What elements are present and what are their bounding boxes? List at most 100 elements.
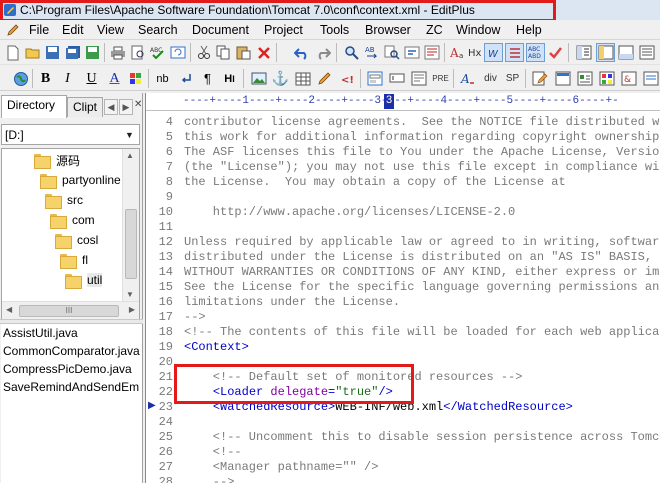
- code-area[interactable]: 4 contributor license agreements. See the…: [146, 111, 660, 483]
- word-wrap-icon[interactable]: W: [484, 43, 503, 62]
- code-line[interactable]: 19 <Context>: [146, 340, 660, 355]
- underline-button[interactable]: U: [82, 69, 101, 88]
- menu-help[interactable]: Help: [516, 23, 542, 37]
- tree-item-src[interactable]: src: [45, 190, 83, 210]
- code-line[interactable]: 4 contributor license agreements. See the…: [146, 115, 660, 130]
- save-all-icon[interactable]: [63, 43, 82, 62]
- spell-check-icon[interactable]: ABC: [148, 43, 167, 62]
- undo-icon[interactable]: [292, 43, 311, 62]
- bold-button[interactable]: B: [36, 69, 55, 88]
- cut-icon[interactable]: [194, 43, 213, 62]
- textbox-icon[interactable]: [387, 69, 406, 88]
- tab-directory[interactable]: Directory: [1, 95, 67, 118]
- paragraph-button[interactable]: ¶: [198, 69, 217, 88]
- code-line[interactable]: 16 limitations under the License.: [146, 295, 660, 310]
- menu-window[interactable]: Window: [456, 23, 500, 37]
- color-picker-icon[interactable]: [597, 69, 616, 88]
- span-button[interactable]: SP: [503, 69, 522, 88]
- tree-horizontal-scrollbar[interactable]: ◀ III ▶: [2, 301, 139, 319]
- tab-scroll-left-icon[interactable]: ◀: [104, 99, 118, 115]
- tree-item-util[interactable]: util: [65, 270, 103, 290]
- code-line[interactable]: 11: [146, 220, 660, 235]
- italic-wrap-icon[interactable]: A: [458, 69, 477, 88]
- pre-button[interactable]: PRE: [431, 69, 450, 88]
- code-line[interactable]: 25 <!-- Uncomment this to disable sessio…: [146, 430, 660, 445]
- tree-item-yuanma[interactable]: 源码: [34, 150, 80, 170]
- special-chars-icon[interactable]: &: [619, 69, 638, 88]
- find-in-files-icon[interactable]: [382, 43, 401, 62]
- redo-icon[interactable]: [314, 43, 333, 62]
- scroll-up-icon[interactable]: ▲: [126, 151, 134, 160]
- code-line[interactable]: 6 The ASF licenses this file to You under…: [146, 145, 660, 160]
- file-item[interactable]: AssistUtil.java: [3, 326, 78, 344]
- menu-browser[interactable]: Browser: [365, 23, 411, 37]
- italic-button[interactable]: I: [58, 69, 77, 88]
- paste-icon[interactable]: [234, 43, 253, 62]
- color-palette-icon[interactable]: [126, 69, 145, 88]
- style-edit-icon[interactable]: [530, 69, 549, 88]
- font-icon[interactable]: Aa: [448, 43, 467, 62]
- code-line[interactable]: 5 this work for additional information re…: [146, 130, 660, 145]
- open-folder-icon[interactable]: [23, 43, 42, 62]
- file-item[interactable]: SaveRemindAndSendEm: [3, 380, 139, 398]
- textarea-icon[interactable]: [409, 69, 428, 88]
- heading-icon[interactable]: Hx: [466, 43, 485, 62]
- nbsp-button[interactable]: nb: [153, 69, 172, 88]
- tree-vertical-scrollbar[interactable]: ▲ ▼: [122, 149, 139, 301]
- save-green-icon[interactable]: [83, 43, 102, 62]
- scroll-right-icon[interactable]: ▶: [129, 305, 135, 314]
- form-icon[interactable]: [365, 69, 384, 88]
- tree-item-partyonline[interactable]: partyonline: [40, 170, 121, 190]
- horizontal-rule-button[interactable]: HI: [220, 69, 239, 88]
- code-line[interactable]: 12 Unless required by applicable law or a…: [146, 235, 660, 250]
- table-icon[interactable]: [293, 69, 312, 88]
- menu-edit[interactable]: Edit: [62, 23, 84, 37]
- tree-item-com[interactable]: com: [50, 210, 95, 230]
- scrollbar-thumb[interactable]: [125, 209, 137, 279]
- menu-document[interactable]: Document: [192, 23, 249, 37]
- spell-check-toggle-icon[interactable]: ABC ABD: [526, 43, 545, 62]
- code-line[interactable]: 9: [146, 190, 660, 205]
- new-file-icon[interactable]: [3, 43, 22, 62]
- web-refresh-icon[interactable]: [168, 43, 187, 62]
- code-line[interactable]: 28 -->: [146, 475, 660, 483]
- hex-view-icon[interactable]: [422, 43, 441, 62]
- goto-line-icon[interactable]: [402, 43, 421, 62]
- delete-icon[interactable]: [254, 43, 273, 62]
- checkmark-icon[interactable]: [546, 43, 565, 62]
- file-item[interactable]: CompressPicDemo.java: [3, 362, 132, 380]
- replace-icon[interactable]: AB: [362, 43, 381, 62]
- html-preview-icon[interactable]: [553, 69, 572, 88]
- code-line[interactable]: 26 <!--: [146, 445, 660, 460]
- tree-item-cosl[interactable]: cosl: [55, 230, 98, 250]
- window-list-icon[interactable]: [637, 43, 656, 62]
- menu-file[interactable]: File: [29, 23, 49, 37]
- edit-pencil-icon[interactable]: [315, 69, 334, 88]
- code-line[interactable]: 8 the License. You may obtain a copy of t…: [146, 175, 660, 190]
- line-break-icon[interactable]: [176, 69, 195, 88]
- code-line[interactable]: 14 WITHOUT WARRANTIES OR CONDITIONS OF AN…: [146, 265, 660, 280]
- close-panel-icon[interactable]: ✕: [134, 99, 142, 110]
- menu-project[interactable]: Project: [264, 23, 303, 37]
- print-preview-icon[interactable]: [128, 43, 147, 62]
- menu-tools[interactable]: Tools: [320, 23, 349, 37]
- directory-panel-icon[interactable]: [596, 43, 615, 62]
- font-color-button[interactable]: A: [105, 69, 124, 88]
- comment-block-icon[interactable]: <!: [338, 69, 357, 88]
- code-line[interactable]: 7 (the "License"); you may not use this f…: [146, 160, 660, 175]
- code-line[interactable]: 27 <Manager pathname="" />: [146, 460, 660, 475]
- code-line[interactable]: 17 -->: [146, 310, 660, 325]
- browser-globe-icon[interactable]: [11, 69, 30, 88]
- div-button[interactable]: div: [481, 69, 500, 88]
- code-line[interactable]: 24: [146, 415, 660, 430]
- line-numbers-icon[interactable]: [505, 43, 524, 62]
- tab-cliptext[interactable]: Clipt: [67, 97, 103, 117]
- scroll-left-icon[interactable]: ◀: [6, 305, 12, 314]
- scroll-down-icon[interactable]: ▼: [126, 290, 134, 299]
- menu-search[interactable]: Search: [138, 23, 178, 37]
- scrollbar-thumb[interactable]: III: [19, 305, 119, 317]
- copy-icon[interactable]: [214, 43, 233, 62]
- save-icon[interactable]: [43, 43, 62, 62]
- find-icon[interactable]: [342, 43, 361, 62]
- output-window-icon[interactable]: [616, 43, 635, 62]
